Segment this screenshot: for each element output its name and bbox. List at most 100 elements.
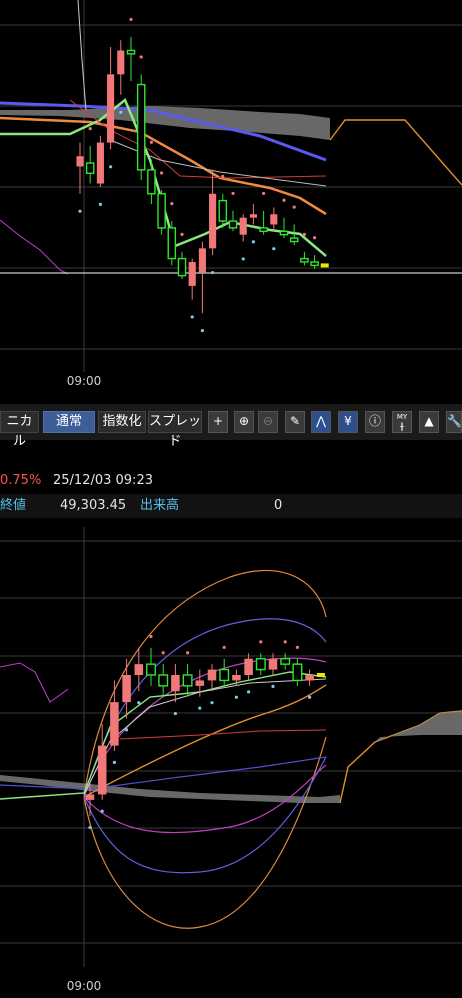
sar-dot [283,640,287,644]
sar-dot [234,695,238,699]
candle-body [207,669,217,681]
sar-dot [241,257,245,261]
sar-dot [198,706,202,710]
candle-body [209,193,217,249]
mode-normal-button[interactable]: 通常 [43,411,95,433]
chart-pattern-icon[interactable]: ⋀ [311,411,331,433]
technical-tab[interactable]: ニカル [0,411,39,449]
candle-body [182,674,193,687]
sar-dot [112,760,116,764]
bottom-chart[interactable]: 09:00 [0,527,462,998]
sar-dot [149,634,153,639]
candle-body [171,675,180,692]
quote-row: 0.75% 25/12/03 09:23 [0,469,462,493]
candle-body [292,663,303,682]
candle-body [280,658,291,665]
candle-body [310,261,319,267]
info-icon[interactable]: ⓘ [365,411,385,433]
candle-body [117,50,125,75]
sar-dot [160,171,164,175]
sar-dot [272,247,276,251]
plus-icon[interactable]: + [208,411,228,433]
zoom-out-icon[interactable]: ⊖ [258,411,278,433]
sar-dot [302,232,306,236]
my-indicator-icon[interactable]: MY ╫ [392,411,412,433]
x-tick-label: 09:00 [67,979,102,993]
candle-body [249,214,257,218]
top-chart[interactable]: 09:00 [0,0,462,400]
sar-dot [222,645,226,649]
candle-body [126,49,136,55]
candle-body [239,217,247,235]
sar-dot [210,701,214,705]
close-label: 終値 [0,498,27,513]
sar-dot [100,809,104,813]
candle-body [305,675,314,681]
candle-body [232,675,241,681]
zoom-in-icon[interactable]: ⊕ [234,411,254,433]
sar-dot [259,640,263,644]
sar-dot [251,240,255,244]
sar-dot [139,55,143,59]
candle-body [228,220,238,229]
sar-dot [125,728,129,732]
settings-icon[interactable]: 🔧 [446,411,462,433]
sar-dot [88,825,92,830]
close-row: 終値 49,303.45 出来高 0 [0,494,462,518]
candle-body [177,257,187,277]
bollinger-upper-2 [83,618,327,798]
grid [0,0,462,372]
moving-average-orange [83,684,327,798]
candle-body [218,199,228,222]
sar-dot [109,165,113,169]
candle-body [146,663,156,676]
sar-dot [262,191,266,196]
candle-body [167,227,177,260]
sar-dot [282,198,286,202]
sar-dot [180,232,184,236]
candle-body [85,794,95,800]
candle-body [268,658,278,670]
candle-body [136,83,146,171]
sar-dot [186,651,190,655]
sar-dot [200,328,204,333]
sar-dot [119,110,123,114]
candle-body [300,257,309,263]
sar-dot [88,127,92,131]
chart-toolbar: ニカル 通常 指数化 スプレッド + ⊕ ⊖ ✎ ⋀ ¥ ⓘ MY ╫ ▲ 🔧 [0,404,462,449]
area-chart-icon[interactable]: ▲ [419,411,439,433]
close-value: 49,303.45 [60,498,127,513]
rsi-trace [0,662,69,703]
mode-index-button[interactable]: 指数化 [98,411,146,433]
candle-body [195,680,205,686]
candle-body [157,193,166,229]
candle-body [279,230,289,236]
pencil-icon[interactable]: ✎ [285,411,305,433]
parabolic-sar [78,17,317,333]
mode-spread-button[interactable]: スプレッド [148,411,202,449]
last-price-marker [320,263,329,268]
sar-dot [295,645,299,649]
sar-dot [292,205,296,209]
candle-body [134,664,144,675]
change-percent: 0.75% [0,473,42,488]
yen-icon[interactable]: ¥ [338,411,358,433]
moving-average-red [119,729,327,740]
sar-dot [308,695,312,699]
candle-body [158,674,169,687]
candle-body [259,227,268,232]
volume-value: 0 [274,498,283,513]
bollinger-lower-3 [83,736,327,929]
candle-body [270,214,278,225]
candle-body [219,668,230,682]
quote-datetime: 25/12/03 09:23 [53,473,153,488]
sar-dot [313,236,317,240]
sar-dot [211,270,215,275]
rsi-trace [0,219,69,275]
sar-dot [149,140,153,144]
candle-body [107,74,115,143]
candle-body [110,702,119,746]
candle-body [76,156,84,167]
sar-dot [170,202,174,206]
x-tick-label: 09:00 [67,374,102,388]
